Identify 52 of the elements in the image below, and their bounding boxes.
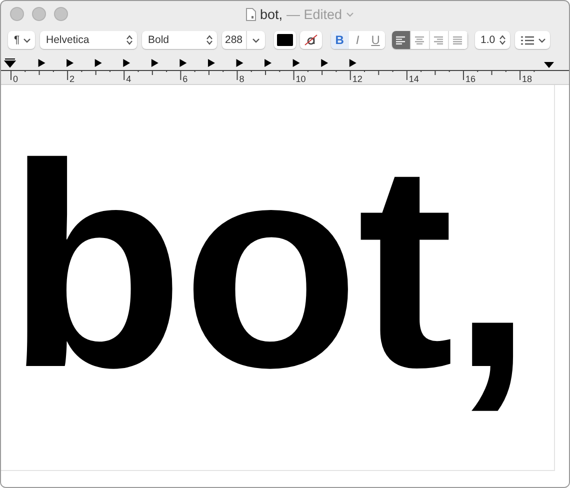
ruler-number: 14 <box>408 74 419 84</box>
chevron-down-icon <box>538 38 546 42</box>
letter-a-slash-icon <box>302 34 319 46</box>
ruler-number: 2 <box>70 74 75 84</box>
ruler-number: 0 <box>13 74 18 84</box>
ruler-number: 6 <box>182 74 188 84</box>
chevron-down-icon <box>252 38 260 42</box>
text-color-well[interactable] <box>274 31 296 49</box>
line-spacing-popup[interactable]: 1.0 <box>474 31 510 49</box>
italic-button[interactable]: I <box>348 31 367 49</box>
list-style-popup[interactable] <box>514 31 550 49</box>
ruler-number: 4 <box>126 74 132 84</box>
align-left-icon <box>396 36 406 44</box>
ruler-number: 10 <box>296 74 306 84</box>
tab-stop-marker[interactable] <box>321 59 328 67</box>
underline-button[interactable]: U <box>366 31 385 49</box>
tab-stop-marker[interactable] <box>236 59 244 67</box>
left-indent-marker[interactable] <box>4 58 16 68</box>
font-size-field[interactable]: 288 <box>222 31 265 49</box>
tab-stop-marker[interactable] <box>264 59 272 67</box>
font-family-popup[interactable]: Helvetica <box>40 31 137 49</box>
tab-stop-marker[interactable] <box>292 59 300 67</box>
tab-stop-marker[interactable] <box>123 59 130 67</box>
bold-button[interactable]: B <box>330 31 349 49</box>
ruler-number: 12 <box>352 74 362 84</box>
document-icon <box>246 8 256 20</box>
ruler-number: 18 <box>522 74 532 84</box>
highlight-color-well[interactable] <box>300 31 322 49</box>
align-justify-icon <box>453 36 462 44</box>
chevron-down-icon <box>23 38 31 42</box>
paragraph-style-popup[interactable]: ¶ <box>8 31 35 49</box>
tab-stop-marker[interactable] <box>180 59 187 67</box>
tab-stop-marker[interactable] <box>66 59 74 67</box>
up-down-arrows-icon <box>206 35 213 45</box>
up-down-arrows-icon <box>498 35 506 45</box>
typeface-popup[interactable]: Bold <box>142 31 217 49</box>
list-icon <box>520 36 534 44</box>
align-center-icon <box>415 36 424 44</box>
tab-stop-marker[interactable] <box>38 59 46 67</box>
ruler-number: 16 <box>465 74 476 84</box>
tab-stop-marker[interactable] <box>208 59 215 67</box>
tab-stop-marker[interactable] <box>151 59 158 67</box>
align-right-icon <box>434 36 444 44</box>
align-left-button[interactable] <box>392 31 411 49</box>
up-down-arrows-icon <box>126 35 133 45</box>
tab-stop-marker[interactable] <box>349 59 356 67</box>
right-indent-marker[interactable] <box>544 62 554 68</box>
ruler-number: 8 <box>239 74 244 84</box>
document-text[interactable]: bot, <box>7 121 530 411</box>
window-title: bot, <box>260 6 282 22</box>
tab-stop-marker[interactable] <box>94 59 102 67</box>
edited-status: — Edited <box>286 6 342 22</box>
